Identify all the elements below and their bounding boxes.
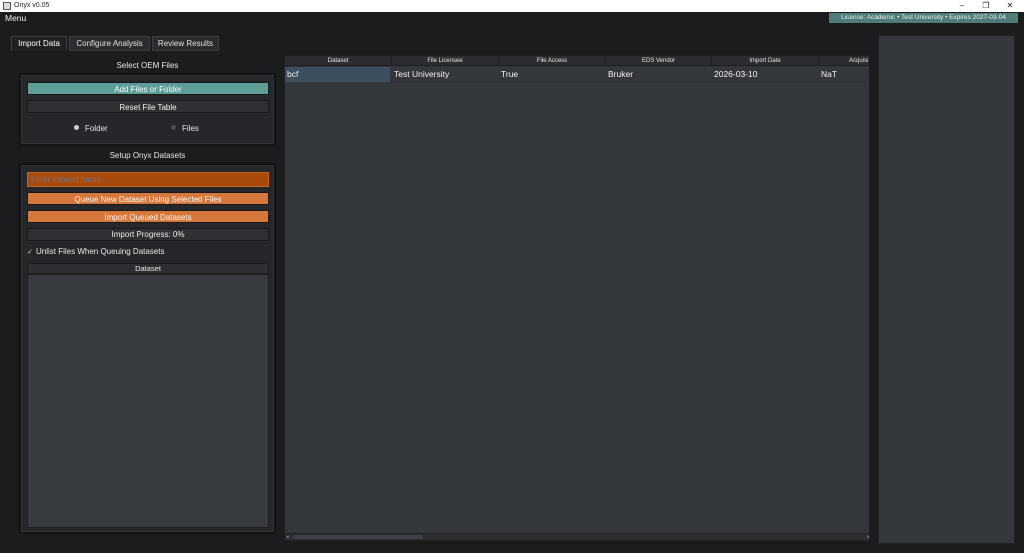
cell-acquisition[interactable]: NaT [819, 67, 869, 82]
close-icon[interactable]: ✕ [999, 0, 1021, 12]
app-icon [3, 2, 11, 10]
table-header: Dataset File Licensee File Access EDS Ve… [285, 56, 869, 66]
reset-file-table-button[interactable]: Reset File Table [27, 100, 269, 113]
checkmark-icon: ✓ [27, 249, 33, 256]
datasets-section-title: Setup Onyx Datasets [109, 151, 186, 160]
cell-file-access[interactable]: True [499, 67, 606, 82]
details-panel [878, 35, 1015, 544]
unlist-files-checkbox[interactable]: ✓ Unlist Files When Queuing Datasets [27, 247, 165, 257]
file-table[interactable]: Dataset File Licensee File Access EDS Ve… [284, 55, 870, 541]
column-dataset[interactable]: Dataset [285, 56, 392, 66]
tab-review-results[interactable]: Review Results [152, 36, 219, 51]
dataset-list-header[interactable]: Dataset [27, 263, 269, 274]
menu-button[interactable]: Menu [5, 13, 26, 24]
radio-files-label: Files [182, 124, 199, 133]
cell-file-licensee[interactable]: Test University [392, 67, 499, 82]
column-acquisition[interactable]: Acquisi [819, 56, 869, 66]
column-import-date[interactable]: Import Date [712, 56, 819, 66]
scroll-right-icon[interactable]: ▸ [867, 534, 869, 540]
column-eds-vendor[interactable]: EDS Vendor [606, 56, 712, 66]
dataset-list[interactable] [27, 274, 269, 528]
window-titlebar: Onyx v0.05 – ❐ ✕ [0, 0, 1024, 12]
import-progress-bar: Import Progress: 0% [27, 228, 269, 241]
radio-folder-label: Folder [85, 124, 108, 133]
column-file-access[interactable]: File Access [499, 56, 606, 66]
tab-configure-analysis[interactable]: Configure Analysis [69, 36, 150, 51]
cell-dataset[interactable]: bcf [285, 67, 390, 82]
dataset-name-input[interactable] [27, 172, 269, 187]
unlist-files-label: Unlist Files When Queuing Datasets [36, 247, 165, 256]
oem-groupbox: Add Files or Folder Reset File Table Fol… [19, 73, 276, 146]
column-file-licensee[interactable]: File Licensee [392, 56, 499, 66]
cell-eds-vendor[interactable]: Bruker [606, 67, 712, 82]
window-title: Onyx v0.05 [14, 2, 50, 9]
radio-selected-icon [74, 125, 79, 130]
oem-section-title: Select OEM Files [116, 61, 179, 70]
add-files-button[interactable]: Add Files or Folder [27, 82, 269, 95]
horizontal-scrollbar[interactable]: ◂ ▸ [285, 533, 869, 540]
cell-import-date[interactable]: 2026-03-10 [712, 67, 819, 82]
radio-unselected-icon [171, 125, 176, 130]
minimize-icon[interactable]: – [951, 0, 973, 12]
radio-files[interactable]: Files [171, 124, 199, 134]
datasets-groupbox: Queue New Dataset Using Selected Files I… [19, 163, 276, 534]
scroll-left-icon[interactable]: ◂ [286, 534, 289, 540]
scrollbar-thumb[interactable] [293, 535, 423, 539]
import-queued-button[interactable]: Import Queued Datasets [27, 210, 269, 223]
radio-folder[interactable]: Folder [74, 124, 108, 134]
tab-import-data[interactable]: Import Data [11, 36, 67, 51]
table-row[interactable]: bcf Test University True Bruker 2026-03-… [285, 67, 869, 82]
license-badge: License: Academic • Test University • Ex… [829, 13, 1018, 23]
restore-icon[interactable]: ❐ [975, 0, 997, 12]
queue-dataset-button[interactable]: Queue New Dataset Using Selected Files [27, 192, 269, 205]
